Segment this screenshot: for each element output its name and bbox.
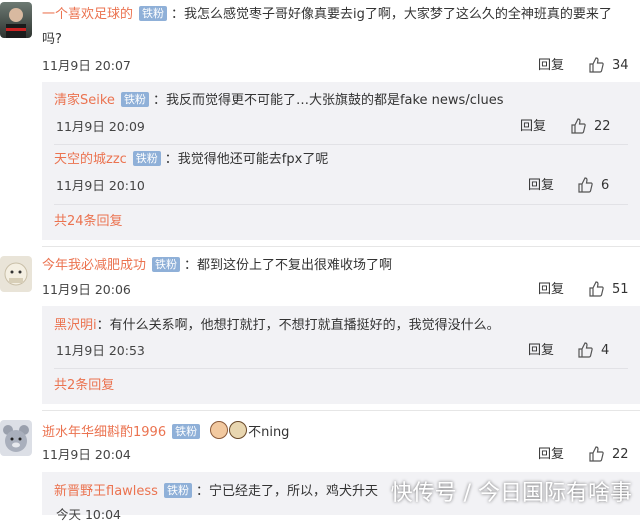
reply-time: 今天 10:04 <box>56 507 121 522</box>
reply-button[interactable]: 回复 <box>538 57 564 75</box>
emoji-icon <box>229 421 248 439</box>
comment-item: 今年我必减肥成功 铁粉 ：都到这份上了不复出很难收场了啊 11月9日 20:06 回… <box>0 250 640 410</box>
comment-item: 一个喜欢足球的 铁粉 ：我怎么感觉枣子哥好像真要去ig了啊，大家梦了这么久的全神班真… <box>0 0 640 240</box>
reply-text: ：我反而觉得更不可能了…大张旗鼓的都是fake news/clues <box>152 93 504 108</box>
username[interactable]: 清家Seike <box>54 93 115 108</box>
reply-button[interactable]: 回复 <box>520 118 546 136</box>
like-count: 22 <box>612 447 629 462</box>
username[interactable]: 新晋野王flawless <box>54 484 158 499</box>
like-button[interactable]: 22 <box>570 118 611 136</box>
reply-text-line: 天空的城zzc 铁粉 ：我觉得他还可能去fpx了呢 <box>54 150 328 170</box>
fan-badge[interactable]: 铁粉 <box>163 483 192 498</box>
like-button[interactable]: 6 <box>577 177 609 195</box>
reply-text-line: 新晋野王flawless 铁粉 ：宁已经走了，所以，鸡犬升天 <box>54 482 378 502</box>
username[interactable]: 今年我必减肥成功 <box>42 258 146 273</box>
comment-time: 11月9日 20:06 <box>42 282 131 297</box>
fan-badge[interactable]: 铁粉 <box>120 92 149 107</box>
fan-badge[interactable]: 铁粉 <box>172 424 201 439</box>
more-replies-link[interactable]: 共2条回复 <box>54 377 114 395</box>
reply-button[interactable]: 回复 <box>538 446 564 464</box>
comment-text-line: 今年我必减肥成功 铁粉 ：都到这份上了不复出很难收场了啊 <box>42 256 392 276</box>
like-count: 6 <box>601 178 610 193</box>
reply-time: 11月9日 20:53 <box>56 343 145 358</box>
fan-badge[interactable]: 铁粉 <box>152 257 181 272</box>
username[interactable]: 一个喜欢足球的 <box>42 7 133 22</box>
comment-time: 11月9日 20:07 <box>42 58 131 73</box>
username[interactable]: 黑沢明i <box>54 318 97 333</box>
username[interactable]: 天空的城zzc <box>54 152 127 167</box>
comment-text: ：我怎么感觉枣子哥好像真要去ig了啊，大家梦了这么久的全神班真的要来了 <box>171 7 612 22</box>
thumbs-up-icon <box>589 57 604 73</box>
thumbs-up-icon <box>571 118 586 134</box>
reply-text: ：宁已经走了，所以，鸡犬升天 <box>195 484 378 499</box>
reply-box: 黑沢明i：有什么关系啊，他想打就打，不想打就直播挺好的，我觉得没什么。 11月9… <box>42 306 640 404</box>
thumbs-up-icon <box>578 177 593 193</box>
reply-time: 11月9日 20:09 <box>56 119 145 134</box>
thumbs-up-icon <box>578 342 593 358</box>
comment-text: ：都到这份上了不复出很难收场了啊 <box>184 258 393 273</box>
reply-time: 11月9日 20:10 <box>56 178 145 193</box>
like-button[interactable]: 51 <box>588 281 629 299</box>
reply-box: 清家Seike 铁粉 ：我反而觉得更不可能了…大张旗鼓的都是fake news/cl… <box>42 82 640 240</box>
emoji-icon <box>210 421 229 439</box>
reply-divider <box>54 368 628 369</box>
reply-button[interactable]: 回复 <box>528 342 554 360</box>
like-button[interactable]: 4 <box>577 342 609 360</box>
avatar-image <box>6 8 26 38</box>
comment-text-line: 逝水年华细斟酌1996 铁粉 不ning <box>42 421 289 443</box>
comment-text-line: 一个喜欢足球的 铁粉 ：我怎么感觉枣子哥好像真要去ig了啊，大家梦了这么久的全神班真… <box>42 5 612 25</box>
more-replies-link[interactable]: 共24条回复 <box>54 213 123 231</box>
fan-badge[interactable]: 铁粉 <box>132 151 161 166</box>
emoji-group <box>210 421 248 440</box>
reply-text-line: 清家Seike 铁粉 ：我反而觉得更不可能了…大张旗鼓的都是fake news/cl… <box>54 91 503 111</box>
like-button[interactable]: 34 <box>588 57 629 75</box>
like-count: 22 <box>594 119 611 134</box>
avatar[interactable] <box>0 256 32 292</box>
like-count: 4 <box>601 343 610 358</box>
reply-text-line: 黑沢明i：有什么关系啊，他想打就打，不想打就直播挺好的，我觉得没什么。 <box>54 316 500 336</box>
reply-button[interactable]: 回复 <box>538 281 564 299</box>
reply-text: ：有什么关系啊，他想打就打，不想打就直播挺好的，我觉得没什么。 <box>96 318 500 333</box>
username[interactable]: 逝水年华细斟酌1996 <box>42 425 166 440</box>
watermark: 快传号 / 今日国际有啥事 <box>390 481 632 506</box>
comment-divider <box>42 410 640 411</box>
comment-time: 11月9日 20:04 <box>42 447 131 462</box>
thumbs-up-icon <box>589 446 604 462</box>
like-button[interactable]: 22 <box>588 446 629 464</box>
reply-text: ：我觉得他还可能去fpx了呢 <box>164 152 329 167</box>
reply-divider <box>54 204 628 205</box>
like-count: 51 <box>612 282 629 297</box>
comment-divider <box>42 246 640 247</box>
avatar[interactable] <box>0 420 32 456</box>
reply-button[interactable]: 回复 <box>528 177 554 195</box>
avatar[interactable] <box>0 2 32 38</box>
comment-text-cont: 吗? <box>42 32 62 47</box>
comment-text: 不ning <box>248 425 290 440</box>
reply-divider <box>54 144 628 145</box>
avatar-image <box>4 262 28 286</box>
fan-badge[interactable]: 铁粉 <box>139 6 168 21</box>
avatar-image <box>3 425 29 452</box>
like-count: 34 <box>612 58 629 73</box>
thumbs-up-icon <box>589 281 604 297</box>
